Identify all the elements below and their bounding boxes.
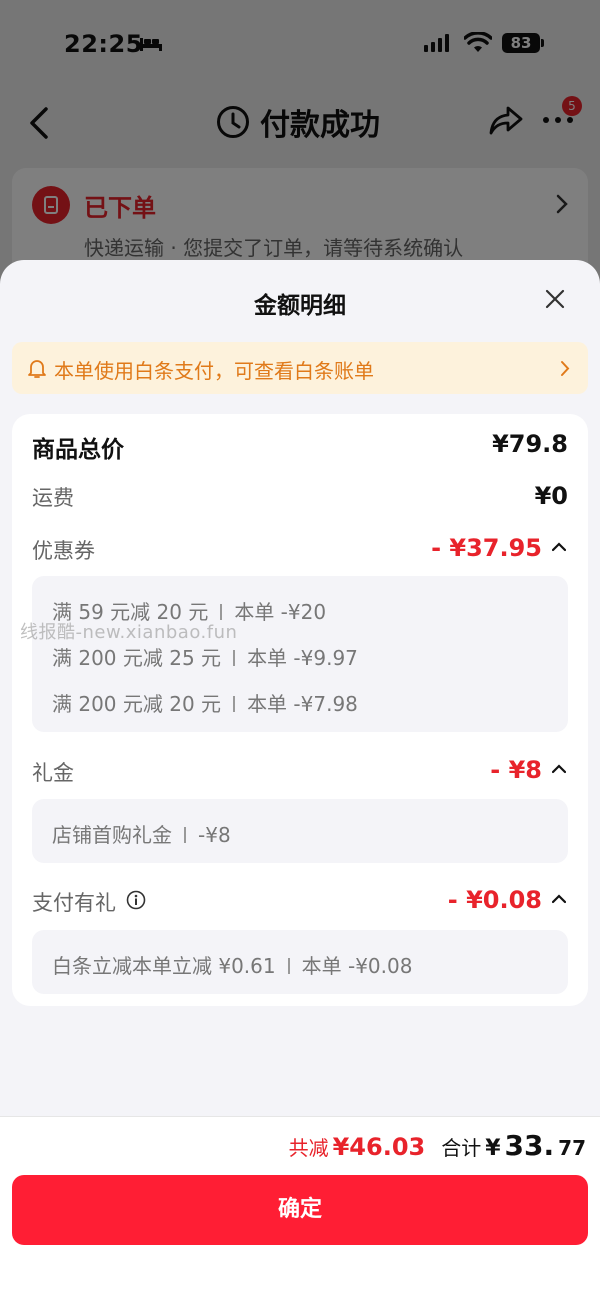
- sheet-title: 金额明细: [254, 293, 346, 319]
- pay-gift-detail-box: 白条立减本单立减 ¥0.61 本单 -¥0.08: [32, 930, 568, 994]
- pay-gift-value[interactable]: - ¥0.08: [448, 886, 542, 914]
- confirm-button[interactable]: 确定: [12, 1175, 588, 1245]
- chevron-up-icon[interactable]: [552, 542, 566, 552]
- total-integer: 33.: [504, 1129, 555, 1162]
- coupon-detail-box: 满 59 元减 20 元本单 -¥20 满 200 元减 25 元本单 -¥9.…: [32, 576, 568, 732]
- coupon-item: 满 200 元减 25 元本单 -¥9.97: [52, 646, 358, 670]
- gift-item: 店铺首购礼金 -¥8: [52, 823, 231, 847]
- total-label: 合计: [441, 1136, 482, 1160]
- bell-icon: [28, 360, 46, 378]
- notice-text: 本单使用白条支付，可查看白条账单: [54, 359, 374, 383]
- coupon-value[interactable]: - ¥37.95: [431, 534, 542, 562]
- gift-label: 礼金: [32, 761, 74, 785]
- coupon-item: 满 200 元减 20 元本单 -¥7.98: [52, 692, 358, 716]
- chevron-up-icon[interactable]: [552, 894, 566, 904]
- info-icon[interactable]: [126, 890, 146, 910]
- shipping-value: ¥0: [534, 482, 568, 510]
- pay-gift-item: 白条立减本单立减 ¥0.61 本单 -¥0.08: [52, 954, 413, 978]
- goods-total-value: ¥79.8: [492, 430, 568, 458]
- pay-gift-label: 支付有礼: [32, 891, 116, 915]
- discount-label: 共减: [288, 1136, 329, 1160]
- goods-total-label: 商品总价: [32, 437, 124, 463]
- total-currency: ¥: [485, 1136, 501, 1161]
- baitiao-notice-banner[interactable]: 本单使用白条支付，可查看白条账单: [12, 342, 588, 394]
- coupon-label: 优惠券: [32, 539, 95, 563]
- price-summary: 共减 ¥46.03 合计 ¥ 33. 77: [289, 1129, 586, 1162]
- total-decimal: 77: [558, 1136, 586, 1160]
- gift-detail-box: 店铺首购礼金 -¥8: [32, 799, 568, 863]
- amount-detail-card: 商品总价 ¥79.8 运费 ¥0 优惠券 - ¥37.95 满 59 元减 20…: [12, 414, 588, 1006]
- chevron-right-icon: [561, 361, 570, 376]
- chevron-up-icon[interactable]: [552, 764, 566, 774]
- watermark-text: 线报酷-new.xianbao.fun: [20, 622, 238, 643]
- footer-bar: 共减 ¥46.03 合计 ¥ 33. 77 确定: [0, 1116, 600, 1303]
- shipping-label: 运费: [32, 486, 74, 510]
- gift-value[interactable]: - ¥8: [490, 756, 542, 784]
- close-icon[interactable]: [544, 288, 566, 310]
- discount-amount: ¥46.03: [332, 1133, 426, 1161]
